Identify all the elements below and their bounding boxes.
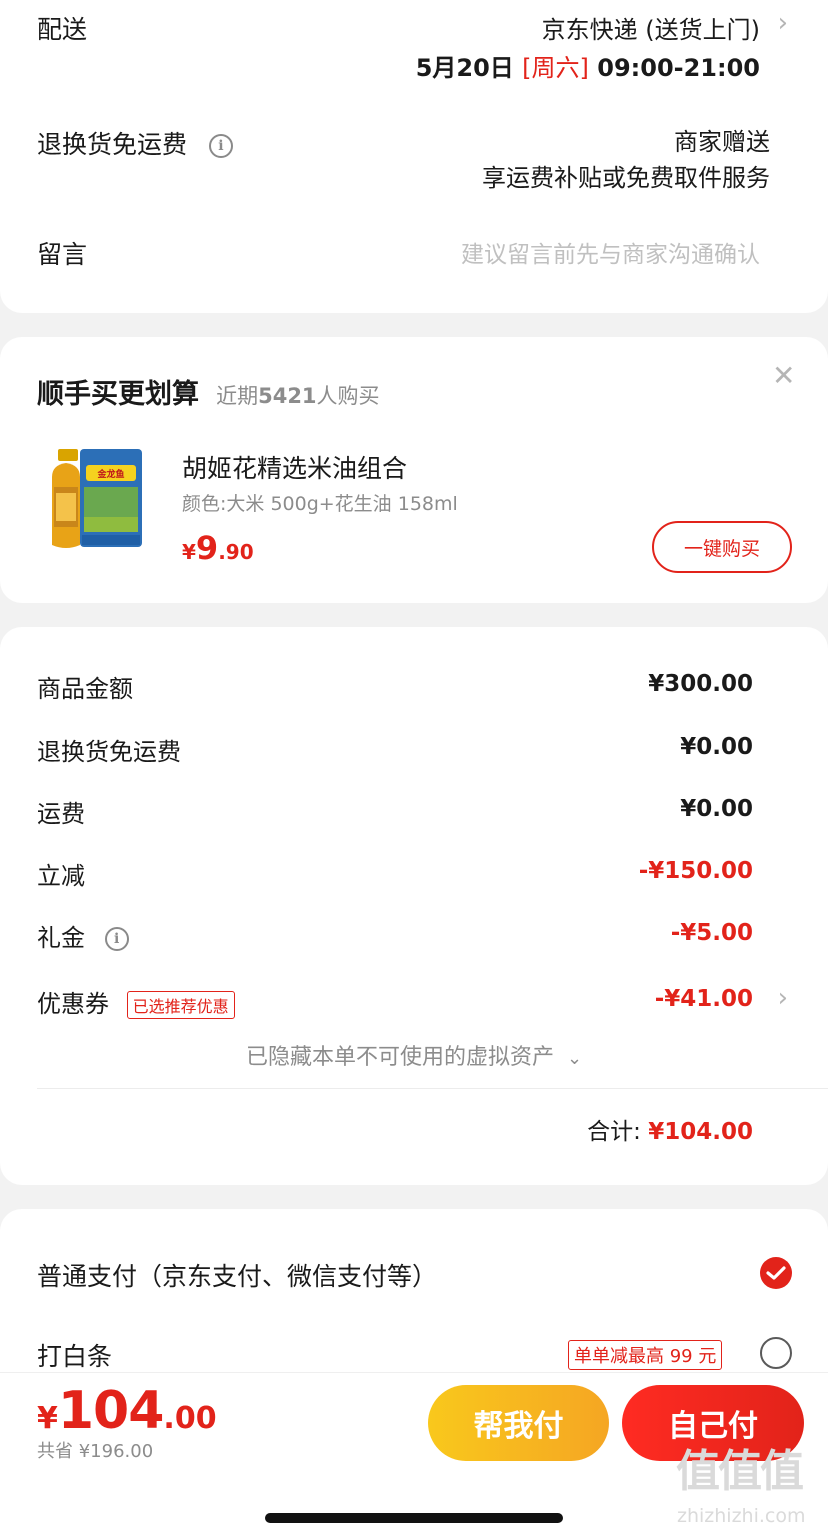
return-shipping-label: 退换货免运费 i [37,125,233,161]
upsell-subtitle-prefix: 近期 [216,384,259,408]
total-value: ¥104.00 [648,1119,753,1145]
row-value-shipping-fee: ¥0.00 [680,796,753,822]
product-name[interactable]: 胡姬花精选米油组合 [182,449,407,485]
upsell-subtitle: 近期5421人购买 [216,384,379,408]
baitiao-promo-tag: 单单减最高 99 元 [568,1340,723,1370]
chevron-right-icon[interactable]: › [778,8,788,38]
return-shipping-value-2: 享运费补贴或免费取件服务 [482,164,770,192]
payable-int: 104 [57,1381,165,1441]
watermark-site: zhizhizhi.com [677,1505,806,1527]
chevron-down-icon: ⌄ [566,1048,583,1069]
payable-dec: .00 [163,1401,217,1436]
row-label-shipping-fee: 运费 [37,800,85,828]
info-icon[interactable]: i [208,134,233,158]
upsell-subtitle-suffix: 人购买 [316,384,380,408]
delivery-weekday: [周六] [522,54,589,82]
shipping-label: 配送 [37,15,88,44]
checked-icon[interactable] [760,1257,792,1289]
row-value-coupon[interactable]: -¥41.00 [655,986,753,1012]
row-value-goods-amount: ¥300.00 [648,671,753,697]
product-price-int: 9 [195,529,219,567]
info-icon[interactable]: i [104,927,129,951]
hidden-assets-text: 已隐藏本单不可使用的虚拟资产 [245,1045,554,1070]
shipping-card: 配送 京东快递 (送货上门) › 5月20日 [周六] 09:00-21:00 … [0,0,828,313]
divider [37,1088,828,1089]
hidden-assets-toggle[interactable]: 已隐藏本单不可使用的虚拟资产 ⌄ [0,1039,828,1071]
row-label-goods-amount: 商品金额 [37,675,133,703]
row-label-instant-discount: 立减 [37,862,85,890]
return-shipping-value-1: 商家赠送 [674,128,770,156]
radio-button[interactable] [760,1337,792,1369]
row-label-gift-money: 礼金 i [37,918,129,953]
coupon-tag: 已选推荐优惠 [126,991,235,1019]
upsell-title: 顺手买更划算 [37,379,199,410]
row-value-return-shipping: ¥0.00 [680,734,753,760]
note-input[interactable]: 建议留言前先与商家沟通确认 [461,235,760,269]
one-click-buy-button[interactable]: 一键购买 [652,521,792,573]
product-spec: 颜色:大米 500g+花生油 158ml [182,493,458,515]
delivery-window: 09:00-21:00 [597,54,760,82]
row-label-coupon-text: 优惠券 [37,990,109,1018]
product-image-brand: 金龙鱼 [96,468,124,480]
shipping-method[interactable]: 京东快递 (送货上门) [542,10,760,45]
delivery-time[interactable]: 5月20日 [周六] 09:00-21:00 [416,48,760,83]
total-label: 合计: [587,1119,641,1145]
help-me-pay-button[interactable]: 帮我付 [428,1385,609,1461]
product-price: ¥9.90 [182,529,254,567]
saved-amount: 共省 ¥196.00 [37,1441,154,1462]
bottom-bar: ¥104.00 共省 ¥196.00 帮我付 自己付 值值值 zhizhizhi… [0,1372,828,1540]
product-price-dec: .90 [218,540,254,564]
total-line: 合计: ¥104.00 [587,1112,753,1146]
payment-baitiao-label[interactable]: 打白条 [37,1337,112,1373]
row-label-return-shipping: 退换货免运费 [37,738,181,766]
upsell-card: 顺手买更划算 近期5421人购买 ✕ 金龙鱼 胡姬花精选米油组合 颜色:大米 5… [0,337,828,603]
delivery-date: 5月20日 [415,54,514,82]
watermark-logo: 值值值 [676,1446,804,1497]
row-label-gift-money-text: 礼金 [37,924,85,952]
payment-normal-label[interactable]: 普通支付（京东支付、微信支付等） [37,1257,437,1293]
upsell-header: 顺手买更划算 近期5421人购买 [37,372,380,411]
close-icon[interactable]: ✕ [772,359,795,392]
product-price-symbol: ¥ [182,540,196,564]
product-image[interactable]: 金龙鱼 [44,447,144,551]
return-shipping-label-text: 退换货免运费 [37,130,188,159]
row-label-coupon[interactable]: 优惠券 已选推荐优惠 [37,984,235,1019]
chevron-right-icon[interactable]: › [778,983,788,1013]
price-detail-card: 商品金额 ¥300.00 退换货免运费 ¥0.00 运费 ¥0.00 立减 -¥… [0,627,828,1185]
upsell-subtitle-count: 5421 [258,384,317,408]
payable-symbol: ¥ [37,1401,58,1436]
note-label: 留言 [37,240,88,269]
payable-amount: ¥104.00 [37,1381,217,1441]
row-value-instant-discount: -¥150.00 [638,858,753,884]
home-indicator[interactable] [265,1513,563,1523]
row-value-gift-money: -¥5.00 [670,920,753,946]
